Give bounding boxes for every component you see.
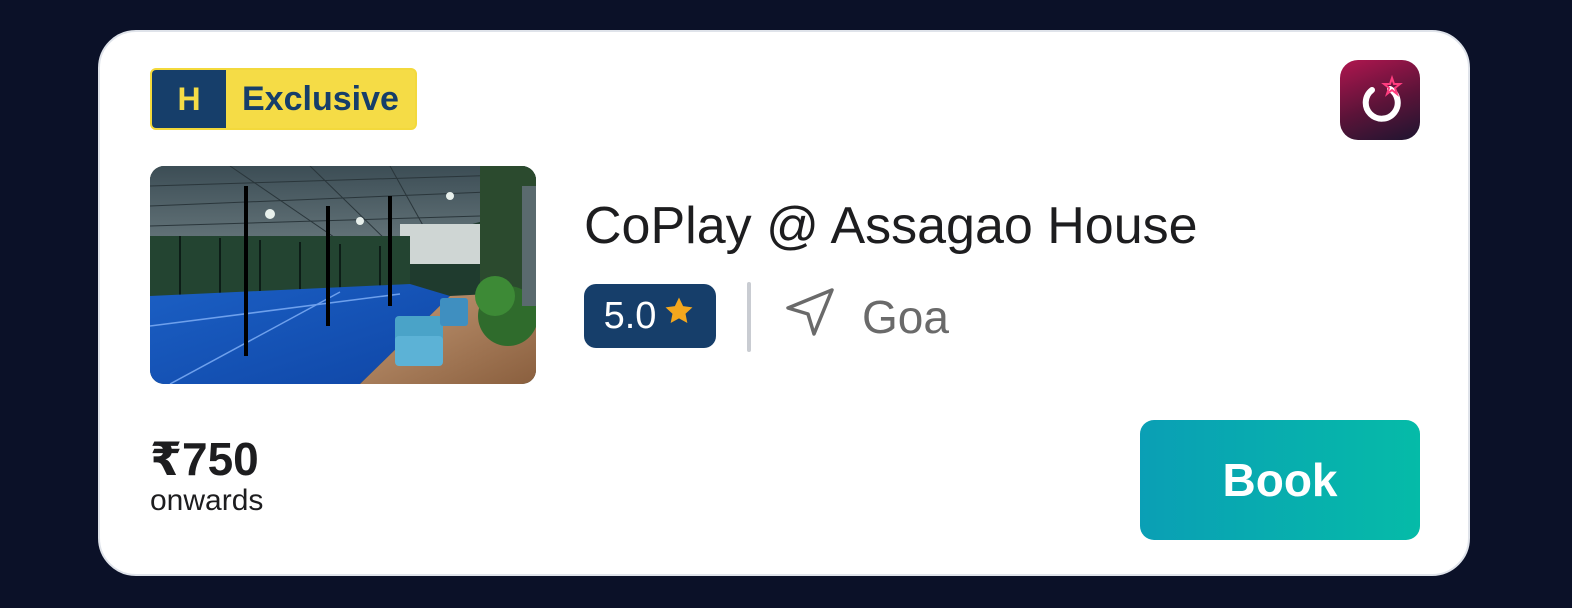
divider [747, 282, 751, 352]
location-label: Goa [862, 291, 949, 343]
badge-label: Exclusive [242, 79, 399, 118]
venue-title: CoPlay @ Assagao House [584, 197, 1198, 255]
app-logo-icon [1340, 60, 1420, 140]
book-button[interactable]: Book [1140, 420, 1420, 540]
navigation-arrow-icon [782, 284, 838, 351]
location[interactable]: Goa [782, 286, 949, 348]
venue-photo[interactable] [150, 166, 536, 384]
rating-value: 5.0 [603, 294, 657, 337]
exclusive-badge: H Exclusive [150, 68, 417, 130]
star-icon [662, 294, 696, 338]
rating-badge: 5.0 [584, 284, 716, 348]
price-suffix: onwards [150, 484, 264, 517]
price-amount: ₹750 [150, 433, 259, 485]
venue-card[interactable]: H Exclusive CoPlay @ Assagao House 5.0 G… [98, 30, 1470, 576]
badge-letter: H [152, 70, 226, 128]
